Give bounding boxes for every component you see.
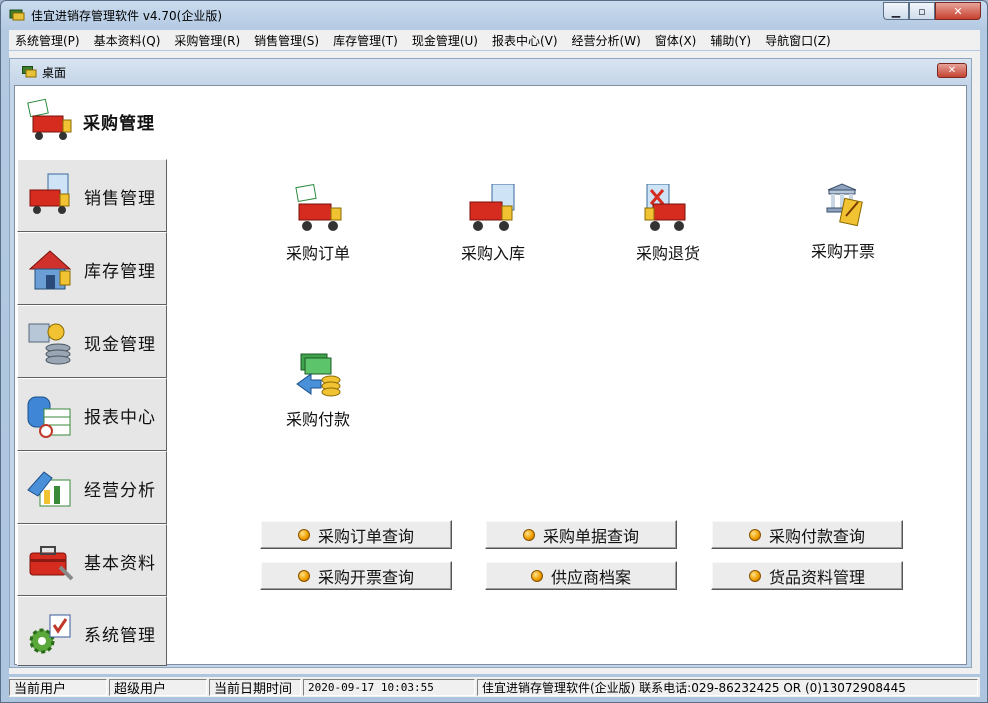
button-label: 采购订单查询 bbox=[317, 526, 414, 546]
tile-purchase-order[interactable]: 采购订单 bbox=[258, 184, 378, 264]
sidebar-item-label: 现金管理 bbox=[84, 335, 156, 355]
close-icon: ✕ bbox=[947, 65, 957, 76]
analysis-chart-icon bbox=[27, 471, 71, 507]
button-label: 采购开票查询 bbox=[317, 567, 414, 587]
tile-purchase-invoice[interactable]: 采购开票 bbox=[783, 182, 903, 262]
title-bar[interactable]: 佳宜进销存管理软件 v4.70(企业版) ▁ ▫ ✕ bbox=[1, 1, 987, 29]
menu-inventory[interactable]: 库存管理(T) bbox=[326, 32, 405, 49]
button-label: 供应商档案 bbox=[550, 567, 631, 587]
goods-data-management-button[interactable]: 货品资料管理 bbox=[711, 561, 903, 590]
purchase-return-icon bbox=[644, 184, 686, 231]
button-label: 采购单据查询 bbox=[542, 526, 639, 546]
sidebar-item-label: 经营分析 bbox=[84, 481, 156, 501]
minimize-icon: ▁ bbox=[891, 4, 901, 18]
app-icon bbox=[9, 9, 25, 21]
desktop-icon bbox=[22, 66, 37, 78]
maximize-button[interactable]: ▫ bbox=[909, 2, 935, 20]
desktop-close-button[interactable]: ✕ bbox=[937, 63, 967, 78]
desktop-title: 桌面 bbox=[42, 66, 67, 80]
tile-purchase-return[interactable]: 采购退货 bbox=[608, 184, 728, 264]
menu-window[interactable]: 窗体(X) bbox=[648, 32, 704, 49]
orange-dot-icon bbox=[522, 528, 535, 541]
tile-label: 采购开票 bbox=[810, 242, 875, 261]
menu-nav-window[interactable]: 导航窗口(Z) bbox=[758, 32, 838, 49]
menu-basic-data[interactable]: 基本资料(Q) bbox=[87, 32, 168, 49]
status-user-value: 超级用户 bbox=[109, 678, 207, 696]
menu-sales[interactable]: 销售管理(S) bbox=[247, 32, 326, 49]
tile-label: 采购退货 bbox=[635, 244, 700, 263]
purchase-payment-query-button[interactable]: 采购付款查询 bbox=[711, 520, 903, 549]
sidebar-item-inventory[interactable]: 库存管理 bbox=[17, 232, 167, 305]
sidebar-item-label: 基本资料 bbox=[84, 554, 156, 574]
orange-dot-icon bbox=[748, 569, 761, 582]
menu-help[interactable]: 辅助(Y) bbox=[703, 32, 758, 49]
tile-purchase-payment[interactable]: 采购付款 bbox=[258, 350, 378, 430]
sidebar-item-label: 库存管理 bbox=[84, 262, 156, 282]
sidebar-item-analysis[interactable]: 经营分析 bbox=[17, 451, 167, 524]
sidebar-item-label: 系统管理 bbox=[84, 626, 156, 646]
window-title: 佳宜进销存管理软件 v4.70(企业版) bbox=[31, 9, 222, 23]
status-bar: 当前用户 超级用户 当前日期时间 2020-09-17 10:03:55 佳宜进… bbox=[9, 677, 980, 697]
settings-gear-icon bbox=[29, 614, 71, 654]
orange-dot-icon bbox=[297, 569, 310, 582]
status-datetime-value: 2020-09-17 10:03:55 bbox=[303, 678, 475, 696]
purchase-truck-icon bbox=[27, 98, 72, 140]
close-button[interactable]: ✕ bbox=[935, 2, 981, 20]
sidebar-item-reports[interactable]: 报表中心 bbox=[17, 378, 167, 451]
status-user-label: 当前用户 bbox=[9, 678, 107, 696]
menu-cash[interactable]: 现金管理(U) bbox=[405, 32, 485, 49]
sidebar-item-label: 采购管理 bbox=[83, 114, 155, 134]
tile-label: 采购订单 bbox=[285, 244, 350, 263]
menu-purchase[interactable]: 采购管理(R) bbox=[167, 32, 247, 49]
orange-dot-icon bbox=[297, 528, 310, 541]
maximize-icon: ▫ bbox=[918, 4, 926, 18]
purchase-order-icon bbox=[295, 184, 342, 231]
purchase-payment-icon bbox=[296, 353, 341, 397]
status-datetime-label: 当前日期时间 bbox=[209, 678, 301, 696]
sidebar-item-label: 报表中心 bbox=[84, 408, 156, 428]
button-label: 采购付款查询 bbox=[768, 526, 865, 546]
tile-label: 采购入库 bbox=[460, 244, 525, 263]
close-icon: ✕ bbox=[953, 4, 963, 18]
purchase-inbound-icon bbox=[469, 184, 515, 231]
status-contact-info: 佳宜进销存管理软件(企业版) 联系电话:029-86232425 OR (0)1… bbox=[477, 678, 978, 696]
warehouse-house-icon bbox=[28, 250, 72, 290]
desktop-window: 桌面 ✕ 采购管理 销售管理 库存管理 现金管理 报表中心 经营分析 基本资料 … bbox=[9, 58, 972, 668]
orange-dot-icon bbox=[748, 528, 761, 541]
menu-reports[interactable]: 报表中心(V) bbox=[485, 32, 565, 49]
purchase-invoice-icon bbox=[826, 183, 863, 227]
supplier-records-button[interactable]: 供应商档案 bbox=[485, 561, 677, 590]
sidebar-item-cash[interactable]: 现金管理 bbox=[17, 305, 167, 378]
nav-sidebar: 采购管理 销售管理 库存管理 现金管理 报表中心 经营分析 基本资料 系统管理 bbox=[17, 86, 167, 666]
purchase-order-query-button[interactable]: 采购订单查询 bbox=[260, 520, 452, 549]
tile-label: 采购付款 bbox=[285, 410, 350, 429]
sales-truck-icon bbox=[29, 173, 70, 214]
toolbox-icon bbox=[29, 546, 74, 581]
button-label: 货品资料管理 bbox=[768, 567, 865, 587]
purchase-document-query-button[interactable]: 采购单据查询 bbox=[485, 520, 677, 549]
main-window: 佳宜进销存管理软件 v4.70(企业版) ▁ ▫ ✕ 系统管理(P) 基本资料(… bbox=[0, 0, 988, 703]
tile-purchase-inbound[interactable]: 采购入库 bbox=[433, 184, 553, 264]
minimize-button[interactable]: ▁ bbox=[883, 2, 909, 20]
menu-analysis[interactable]: 经营分析(W) bbox=[565, 32, 648, 49]
sidebar-item-basic-data[interactable]: 基本资料 bbox=[17, 524, 167, 596]
sidebar-item-sales[interactable]: 销售管理 bbox=[17, 159, 167, 232]
orange-dot-icon bbox=[530, 569, 543, 582]
sidebar-item-label: 销售管理 bbox=[84, 189, 156, 209]
purchase-invoice-query-button[interactable]: 采购开票查询 bbox=[260, 561, 452, 590]
sidebar-item-system[interactable]: 系统管理 bbox=[17, 596, 167, 666]
sidebar-item-purchase[interactable]: 采购管理 bbox=[17, 86, 167, 159]
cash-coins-icon bbox=[28, 323, 71, 365]
menu-system[interactable]: 系统管理(P) bbox=[9, 32, 87, 49]
report-database-icon bbox=[27, 396, 71, 438]
menu-bar: 系统管理(P) 基本资料(Q) 采购管理(R) 销售管理(S) 库存管理(T) … bbox=[9, 30, 980, 50]
desktop-body: 采购管理 销售管理 库存管理 现金管理 报表中心 经营分析 基本资料 系统管理 … bbox=[14, 85, 967, 666]
